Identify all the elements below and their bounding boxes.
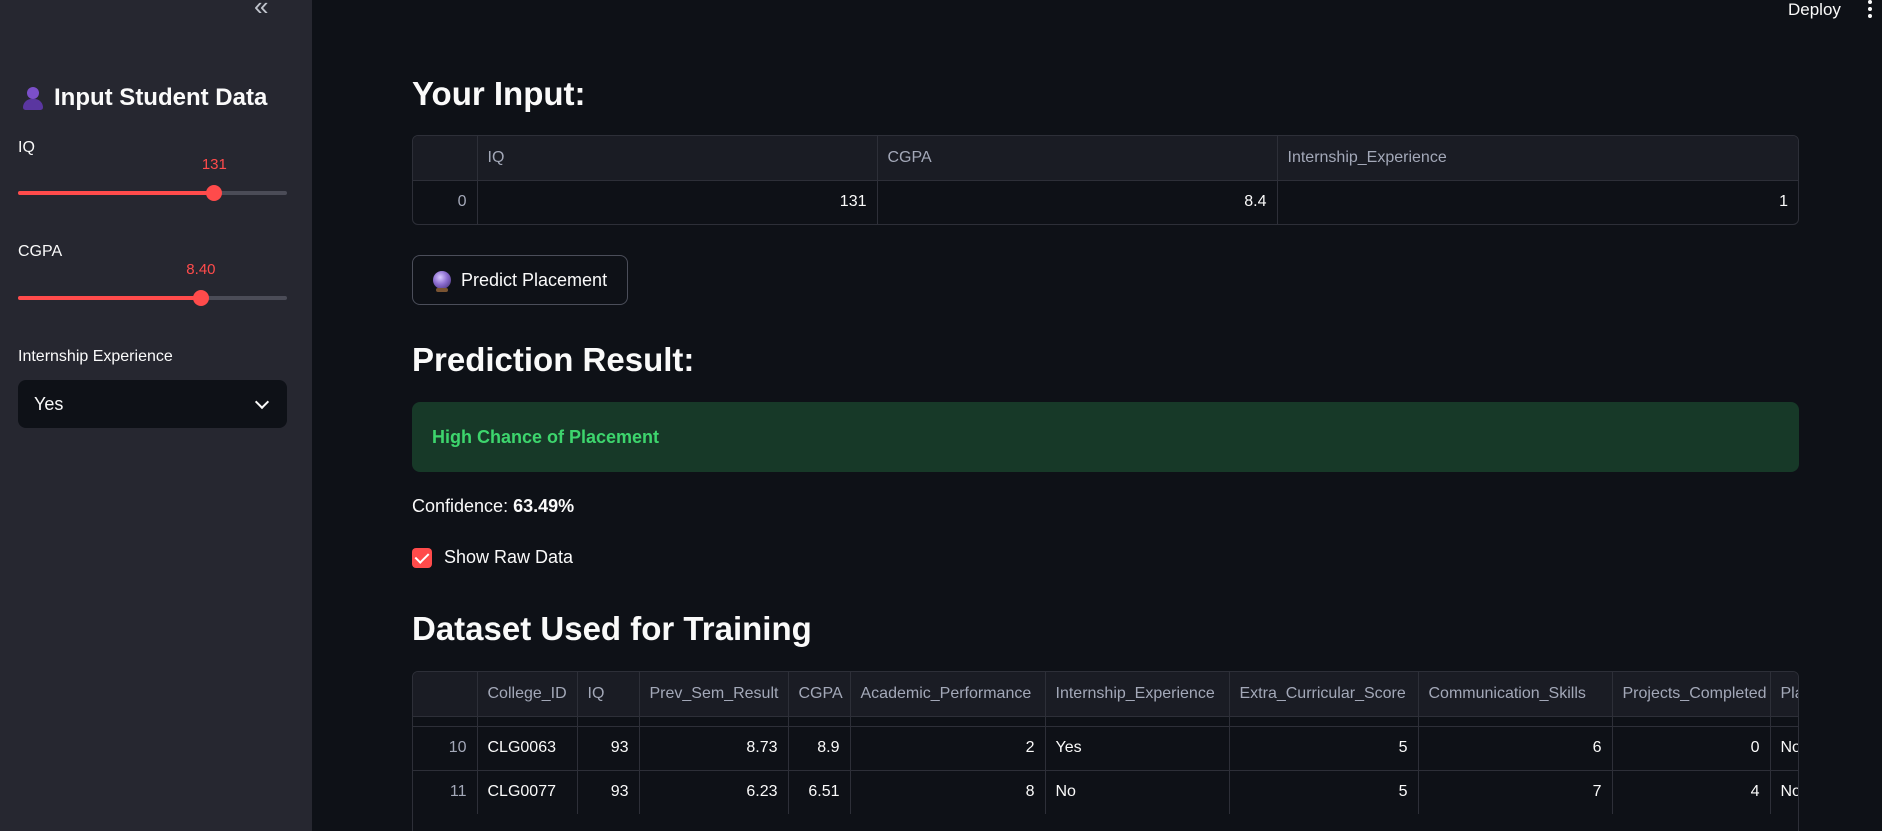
- internship-selected-value: Yes: [34, 393, 64, 414]
- column-header[interactable]: CGPA: [877, 136, 1278, 181]
- sidebar: « Input Student Data IQ 131 CGPA 8.40 In…: [0, 0, 312, 831]
- collapse-sidebar-icon[interactable]: «: [254, 0, 280, 19]
- more-menu-icon[interactable]: [1868, 0, 1874, 18]
- confidence-label: Confidence:: [412, 496, 514, 516]
- column-header[interactable]: Academic_Performance: [850, 672, 1046, 717]
- internship-label: Internship Experience: [18, 348, 173, 365]
- row-index[interactable]: 11: [413, 770, 478, 814]
- table-cell[interactable]: 6.51: [788, 770, 851, 814]
- column-header[interactable]: Extra_Curricular_Score: [1229, 672, 1419, 717]
- table-row: 10 CLG0063 93 8.73 8.9 2 Yes 5 6 0 No: [413, 726, 1798, 771]
- table-cell[interactable]: CLG0077: [477, 770, 578, 814]
- dataset-heading: Dataset Used for Training: [412, 610, 812, 647]
- column-header[interactable]: Prev_Sem_Result: [639, 672, 789, 717]
- column-header[interactable]: CGPA: [788, 672, 851, 717]
- predict-button-label: Predict Placement: [461, 269, 608, 290]
- table-cell[interactable]: No: [1770, 770, 1799, 814]
- person-icon: [20, 85, 46, 111]
- internship-select[interactable]: Yes: [18, 380, 287, 428]
- table-cell[interactable]: No: [1045, 770, 1230, 814]
- table-cell[interactable]: Yes: [1045, 726, 1230, 771]
- sidebar-title: Input Student Data: [20, 84, 267, 112]
- checkbox-checked-icon[interactable]: [412, 547, 432, 568]
- confidence-text: Confidence: 63.49%: [412, 496, 574, 517]
- table-cell[interactable]: CLG0063: [477, 726, 578, 771]
- deploy-button[interactable]: Deploy: [1788, 0, 1841, 20]
- table-cell[interactable]: No: [1770, 726, 1798, 771]
- table-cell[interactable]: 4: [1612, 770, 1771, 814]
- table-cell[interactable]: 8: [850, 770, 1046, 814]
- table-cell[interactable]: 131: [477, 180, 878, 224]
- index-header[interactable]: [413, 672, 478, 717]
- table-cell[interactable]: 93: [577, 726, 640, 771]
- cgpa-slider[interactable]: 8.40: [18, 261, 287, 309]
- table-row: 11 CLG0077 93 6.23 6.51 8 No 5 7 4 No: [413, 770, 1799, 814]
- column-header[interactable]: College_ID: [477, 672, 578, 717]
- show-raw-data-label: Show Raw Data: [444, 547, 574, 567]
- table-cell[interactable]: 5: [1229, 770, 1419, 814]
- table-cell[interactable]: 8.4: [877, 180, 1278, 224]
- input-table: IQ CGPA Internship_Experience 0 131 8.4 1: [412, 135, 1799, 225]
- index-header[interactable]: [413, 136, 478, 181]
- row-index[interactable]: 0: [413, 180, 478, 224]
- input-heading: Your Input:: [412, 75, 586, 112]
- table-cell[interactable]: 6.23: [639, 770, 789, 814]
- table-cell[interactable]: 8.73: [639, 726, 789, 771]
- column-header[interactable]: IQ: [477, 136, 878, 181]
- chevron-down-icon: [254, 394, 270, 409]
- table-cell[interactable]: 7: [1418, 770, 1613, 814]
- table-cell[interactable]: 5: [1229, 726, 1419, 771]
- cgpa-slider-thumb[interactable]: [192, 290, 209, 306]
- column-header[interactable]: Pla: [1770, 672, 1798, 717]
- dataset-table[interactable]: College_ID IQ Prev_Sem_Result CGPA Academic_…: [412, 671, 1799, 831]
- prediction-result-alert: High Chance of Placement: [412, 402, 1799, 472]
- table-cell[interactable]: 2: [850, 726, 1046, 771]
- table-cell[interactable]: 6: [1418, 726, 1613, 771]
- column-header[interactable]: Internship_Experience: [1045, 672, 1230, 717]
- cgpa-label: CGPA: [18, 243, 63, 260]
- table-cell[interactable]: 8.9: [788, 726, 851, 771]
- cgpa-slider-value: 8.40: [186, 261, 216, 278]
- row-index[interactable]: 10: [413, 726, 478, 771]
- table-cell[interactable]: 93: [577, 770, 640, 814]
- show-raw-data-checkbox[interactable]: Show Raw Data: [412, 547, 573, 568]
- iq-slider[interactable]: 131: [18, 156, 287, 204]
- confidence-value: 63.49%: [513, 496, 575, 516]
- column-header[interactable]: IQ: [577, 672, 640, 717]
- predict-placement-button[interactable]: Predict Placement: [412, 255, 628, 305]
- iq-label: IQ: [18, 139, 35, 156]
- iq-slider-value: 131: [201, 156, 227, 173]
- table-cell[interactable]: 1: [1277, 180, 1798, 224]
- prediction-result-text: High Chance of Placement: [432, 426, 660, 447]
- column-header[interactable]: Projects_Completed: [1612, 672, 1771, 717]
- sidebar-title-text: Input Student Data: [54, 84, 268, 111]
- table-cell[interactable]: 0: [1612, 726, 1771, 771]
- result-heading: Prediction Result:: [412, 341, 695, 378]
- crystal-ball-icon: [433, 271, 451, 292]
- iq-slider-thumb[interactable]: [206, 185, 223, 201]
- column-header[interactable]: Internship_Experience: [1277, 136, 1798, 181]
- column-header[interactable]: Communication_Skills: [1418, 672, 1613, 717]
- table-row: 0 131 8.4 1: [413, 180, 1798, 224]
